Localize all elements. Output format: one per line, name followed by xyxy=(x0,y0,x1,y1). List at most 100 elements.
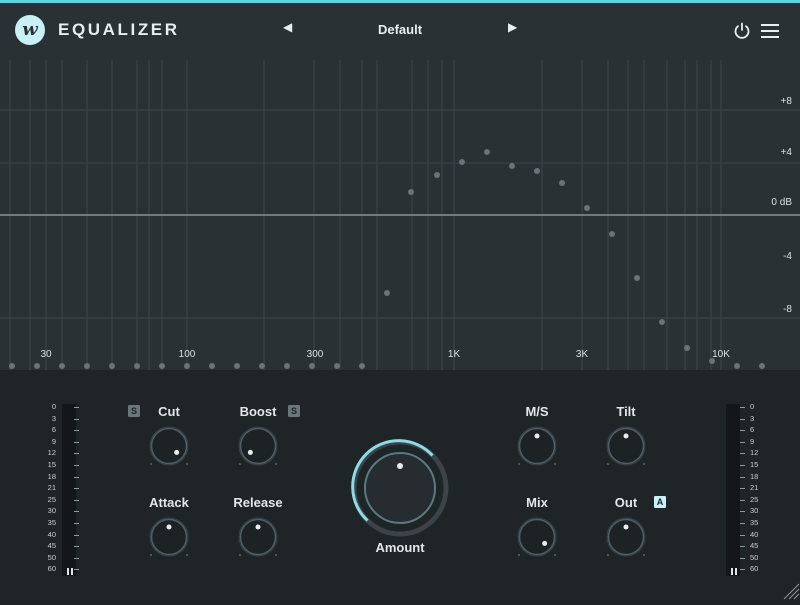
meter-tick xyxy=(740,453,745,455)
preset-selector[interactable]: Default xyxy=(330,22,470,37)
knob-min-tick xyxy=(150,554,152,556)
meter-tick xyxy=(740,418,745,420)
knob-body xyxy=(239,427,277,465)
meter-tick xyxy=(740,465,745,466)
previous-preset-button[interactable]: ◀ xyxy=(283,20,292,34)
cut-knob[interactable] xyxy=(149,426,189,466)
out-knob[interactable] xyxy=(606,517,646,557)
meter-scale-label: 6 xyxy=(51,425,56,435)
meter-scale-label: 60 xyxy=(750,564,759,574)
meter-tick xyxy=(740,430,745,432)
mix-label: Mix xyxy=(526,495,548,510)
output-meter: 0 3 6 9 12 15 18 21 25 30 35 40 45 50 60 xyxy=(722,400,762,580)
band-handle xyxy=(109,363,115,369)
attack-label: Attack xyxy=(149,495,189,510)
next-preset-button[interactable]: ▶ xyxy=(508,20,517,34)
meter-tick xyxy=(74,430,79,432)
release-knob[interactable] xyxy=(238,517,278,557)
meter-scale-label: 40 xyxy=(750,529,759,539)
meter-tick xyxy=(74,488,79,490)
power-icon[interactable] xyxy=(733,22,751,45)
knob-indicator xyxy=(174,449,180,455)
knob-indicator xyxy=(247,449,253,455)
band-handle xyxy=(309,363,315,369)
meter-tick xyxy=(74,453,79,455)
knob-indicator xyxy=(623,433,629,439)
meter-scale-label: 30 xyxy=(47,506,56,516)
band-handle xyxy=(559,180,565,186)
out-control: Out A xyxy=(581,495,671,565)
release-control: Release xyxy=(213,495,303,565)
band-handle xyxy=(334,363,340,369)
mix-control: Mix xyxy=(492,495,582,565)
db-label: -8 xyxy=(783,304,792,315)
output-meter-bar xyxy=(726,404,740,576)
tilt-knob[interactable] xyxy=(606,426,646,466)
logo: w xyxy=(15,15,45,45)
band-handle xyxy=(259,363,265,369)
meter-scale-label: 25 xyxy=(47,494,56,504)
amount-knob[interactable] xyxy=(350,438,450,538)
meter-tick xyxy=(740,499,745,501)
meter-tick xyxy=(74,407,79,408)
meter-scale-label: 18 xyxy=(750,471,759,481)
meter-scale-label: 35 xyxy=(750,518,759,527)
knob-indicator xyxy=(542,540,548,546)
band-handle xyxy=(9,363,15,369)
knob-max-tick xyxy=(643,463,645,465)
band-handle xyxy=(509,163,515,169)
meter-tick xyxy=(740,546,745,548)
ms-knob[interactable] xyxy=(517,426,557,466)
release-label: Release xyxy=(233,495,283,510)
meter-level-block xyxy=(731,568,733,575)
app-title: EQUALIZER xyxy=(58,20,180,39)
eq-graph[interactable]: +8 +4 0 dB -4 -8 30 100 300 1K 3K 10K xyxy=(0,60,800,370)
amount-control: Amount xyxy=(350,430,450,560)
menu-icon[interactable] xyxy=(761,24,779,44)
meter-scale-label: 21 xyxy=(47,483,56,493)
band-handle xyxy=(609,231,615,237)
meter-scale-label: 25 xyxy=(750,494,759,504)
meter-scale-label: 0 xyxy=(750,402,755,411)
knob-max-tick xyxy=(554,554,556,556)
band-handle xyxy=(234,363,240,369)
knob-indicator xyxy=(166,524,172,530)
eq-graph-canvas[interactable] xyxy=(0,60,800,370)
boost-solo-button[interactable]: S xyxy=(288,405,300,417)
tilt-label: Tilt xyxy=(616,404,636,419)
attack-knob[interactable] xyxy=(149,517,189,557)
knob-min-tick xyxy=(607,554,609,556)
db-label: +8 xyxy=(780,96,792,107)
meter-tick xyxy=(74,523,79,524)
band-handle xyxy=(209,363,215,369)
meter-scale-label: 15 xyxy=(750,460,759,469)
meter-scale-label: 35 xyxy=(47,518,56,527)
freq-label: 1K xyxy=(447,349,461,360)
band-handle xyxy=(408,189,414,195)
mix-knob[interactable] xyxy=(517,517,557,557)
knob-indicator xyxy=(255,524,261,530)
knob-min-tick xyxy=(518,554,520,556)
boost-knob[interactable] xyxy=(238,426,278,466)
band-handle xyxy=(159,363,165,369)
auto-gain-button[interactable]: A xyxy=(654,496,666,508)
band-handle xyxy=(734,363,740,369)
knob-indicator xyxy=(623,524,629,530)
knob-min-tick xyxy=(239,463,241,465)
input-meter: 0 3 6 9 12 15 18 21 25 30 35 40 45 50 60 xyxy=(20,400,79,580)
resize-handle[interactable] xyxy=(780,580,800,605)
meter-tick xyxy=(740,523,745,524)
meter-tick xyxy=(740,407,745,408)
meter-scale-label: 3 xyxy=(51,413,56,423)
cut-label: Cut xyxy=(158,404,180,419)
band-handle xyxy=(459,159,465,165)
knob-max-tick xyxy=(275,463,277,465)
band-handle xyxy=(759,363,765,369)
band-handle xyxy=(284,363,290,369)
freq-label: 100 xyxy=(178,349,196,360)
meter-tick xyxy=(74,499,79,501)
freq-label: 3K xyxy=(575,349,589,360)
meter-scale-label: 50 xyxy=(750,552,759,562)
knob-max-tick xyxy=(275,554,277,556)
band-handle xyxy=(484,149,490,155)
